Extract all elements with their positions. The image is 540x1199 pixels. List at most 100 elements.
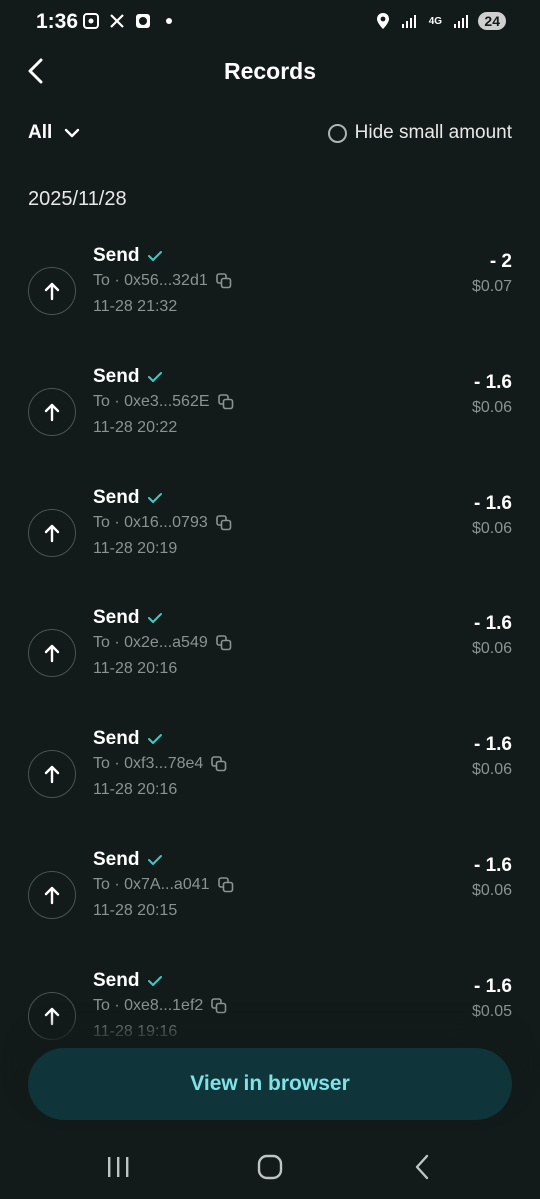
recent-apps-icon — [108, 1157, 129, 1177]
record-type: Send — [93, 970, 163, 992]
record-type: Send — [93, 607, 163, 629]
hide-small-toggle[interactable]: Hide small amount — [327, 122, 512, 144]
record-row[interactable]: Send To · 0xf3...78e4 11-28 20:16 - 1.6 $0.0… — [28, 728, 512, 828]
record-type-label: Send — [93, 365, 140, 387]
record-type-label: Send — [93, 607, 140, 629]
copy-icon[interactable] — [217, 393, 234, 410]
send-arrow-icon — [28, 750, 76, 799]
header: Records — [0, 50, 540, 96]
record-type: Send — [93, 487, 163, 509]
check-icon — [148, 855, 163, 865]
record-usd-value: $0.06 — [471, 882, 512, 899]
signal-icon-2 — [452, 12, 470, 30]
record-address: To · 0xe3...562E — [93, 392, 210, 410]
home-button[interactable] — [250, 1152, 290, 1182]
date-group-header: 2025/11/28 — [28, 188, 127, 210]
record-address: To · 0x2e...a549 — [93, 634, 208, 652]
record-usd-value: $0.05 — [471, 1002, 512, 1020]
record-recipient: To · 0xe3...562E — [93, 393, 234, 411]
app-icon — [134, 12, 152, 30]
record-amount: - 1.6 — [473, 613, 512, 635]
battery-level: 24 — [478, 12, 506, 30]
system-back-button[interactable] — [402, 1152, 442, 1182]
record-type: Send — [93, 849, 163, 871]
check-icon — [148, 613, 163, 624]
record-recipient: To · 0x56...32d1 — [93, 272, 232, 290]
send-arrow-icon — [28, 871, 76, 919]
record-amount: - 1.6 — [473, 975, 512, 997]
record-usd-value: $0.07 — [471, 278, 512, 295]
check-icon — [148, 975, 163, 986]
filter-label: All — [28, 122, 53, 143]
copy-icon[interactable] — [211, 756, 227, 772]
record-recipient: To · 0x16...0793 — [93, 514, 232, 532]
record-recipient: To · 0x2e...a549 — [93, 634, 232, 652]
location-icon — [374, 12, 392, 30]
notification-icons — [82, 12, 178, 30]
home-icon — [257, 1154, 283, 1180]
send-arrow-icon — [28, 267, 76, 315]
record-row[interactable]: Send To · 0x16...0793 11-28 20:19 - 1.6 $0.0… — [28, 487, 512, 587]
copy-icon[interactable] — [211, 997, 227, 1014]
send-arrow-icon — [28, 508, 76, 557]
record-amount: - 1.6 — [473, 855, 512, 876]
screenshot-icon — [82, 12, 100, 30]
filter-row: All Hide small amount — [28, 122, 512, 150]
record-usd-value: $0.06 — [471, 761, 512, 779]
record-usd-value: $0.06 — [471, 519, 512, 537]
x-app-icon — [108, 12, 126, 30]
record-amount: - 1.6 — [473, 371, 512, 393]
record-time: 11-28 20:22 — [93, 418, 178, 436]
record-time: 11-28 20:15 — [93, 902, 178, 919]
record-recipient: To · 0x7A...a041 — [93, 876, 234, 894]
signal-icon — [400, 12, 418, 30]
send-arrow-icon — [28, 629, 76, 678]
back-arrow-icon — [415, 1154, 429, 1180]
record-address: To · 0x7A...a041 — [93, 876, 210, 893]
dot-icon — [160, 12, 178, 30]
check-icon — [148, 251, 163, 261]
record-amount: - 1.6 — [473, 492, 512, 514]
chevron-down-icon — [65, 128, 80, 138]
record-row[interactable]: Send To · 0xe3...562E 11-28 20:22 - 1.6 $0.0… — [28, 366, 512, 466]
copy-icon[interactable] — [217, 877, 234, 893]
recent-apps-button[interactable] — [98, 1152, 138, 1182]
record-address: To · 0x56...32d1 — [93, 272, 208, 289]
record-type: Send — [93, 366, 163, 388]
page-title: Records — [223, 58, 317, 84]
copy-icon[interactable] — [215, 273, 232, 289]
record-time: 11-28 20:16 — [93, 781, 178, 799]
record-amount: - 2 — [489, 251, 512, 272]
record-recipient: To · 0xe8...1ef2 — [93, 997, 227, 1015]
record-time: 11-28 20:19 — [93, 539, 178, 557]
send-arrow-icon — [28, 991, 76, 1040]
record-row[interactable]: Send To · 0x2e...a549 11-28 20:16 - 1.6 $0.0… — [28, 607, 512, 707]
check-icon — [148, 371, 163, 382]
view-in-browser-button[interactable]: View in browser — [28, 1048, 512, 1120]
record-address: To · 0xe8...1ef2 — [93, 996, 204, 1014]
status-bar: 1:36 4G 24 — [0, 0, 540, 46]
check-icon — [148, 734, 163, 745]
record-type: Send — [93, 245, 163, 267]
filter-dropdown[interactable]: All — [28, 122, 80, 144]
radio-icon[interactable] — [327, 123, 347, 143]
record-recipient: To · 0xf3...78e4 — [93, 755, 227, 773]
record-address: To · 0x16...0793 — [93, 513, 208, 531]
record-usd-value: $0.06 — [471, 640, 512, 658]
copy-icon[interactable] — [215, 514, 232, 531]
record-time: 11-28 19:16 — [93, 1022, 178, 1040]
record-row[interactable]: Send To · 0x7A...a041 11-28 20:15 - 1.6 $0.0… — [28, 849, 512, 949]
system-icons: 4G 24 — [374, 12, 506, 30]
record-type-label: Send — [93, 849, 140, 870]
record-row[interactable]: Send To · 0x56...32d1 11-28 21:32 - 2 $0.07 — [28, 245, 512, 345]
record-type-label: Send — [93, 245, 140, 266]
send-arrow-icon — [28, 387, 76, 436]
hide-small-label: Hide small amount — [354, 122, 512, 143]
system-nav-bar — [0, 1140, 540, 1199]
record-time: 11-28 20:16 — [93, 660, 178, 678]
check-icon — [148, 492, 163, 503]
record-type-label: Send — [93, 969, 140, 991]
record-time: 11-28 21:32 — [93, 298, 178, 315]
network-type-icon: 4G — [428, 15, 443, 27]
copy-icon[interactable] — [215, 635, 232, 651]
